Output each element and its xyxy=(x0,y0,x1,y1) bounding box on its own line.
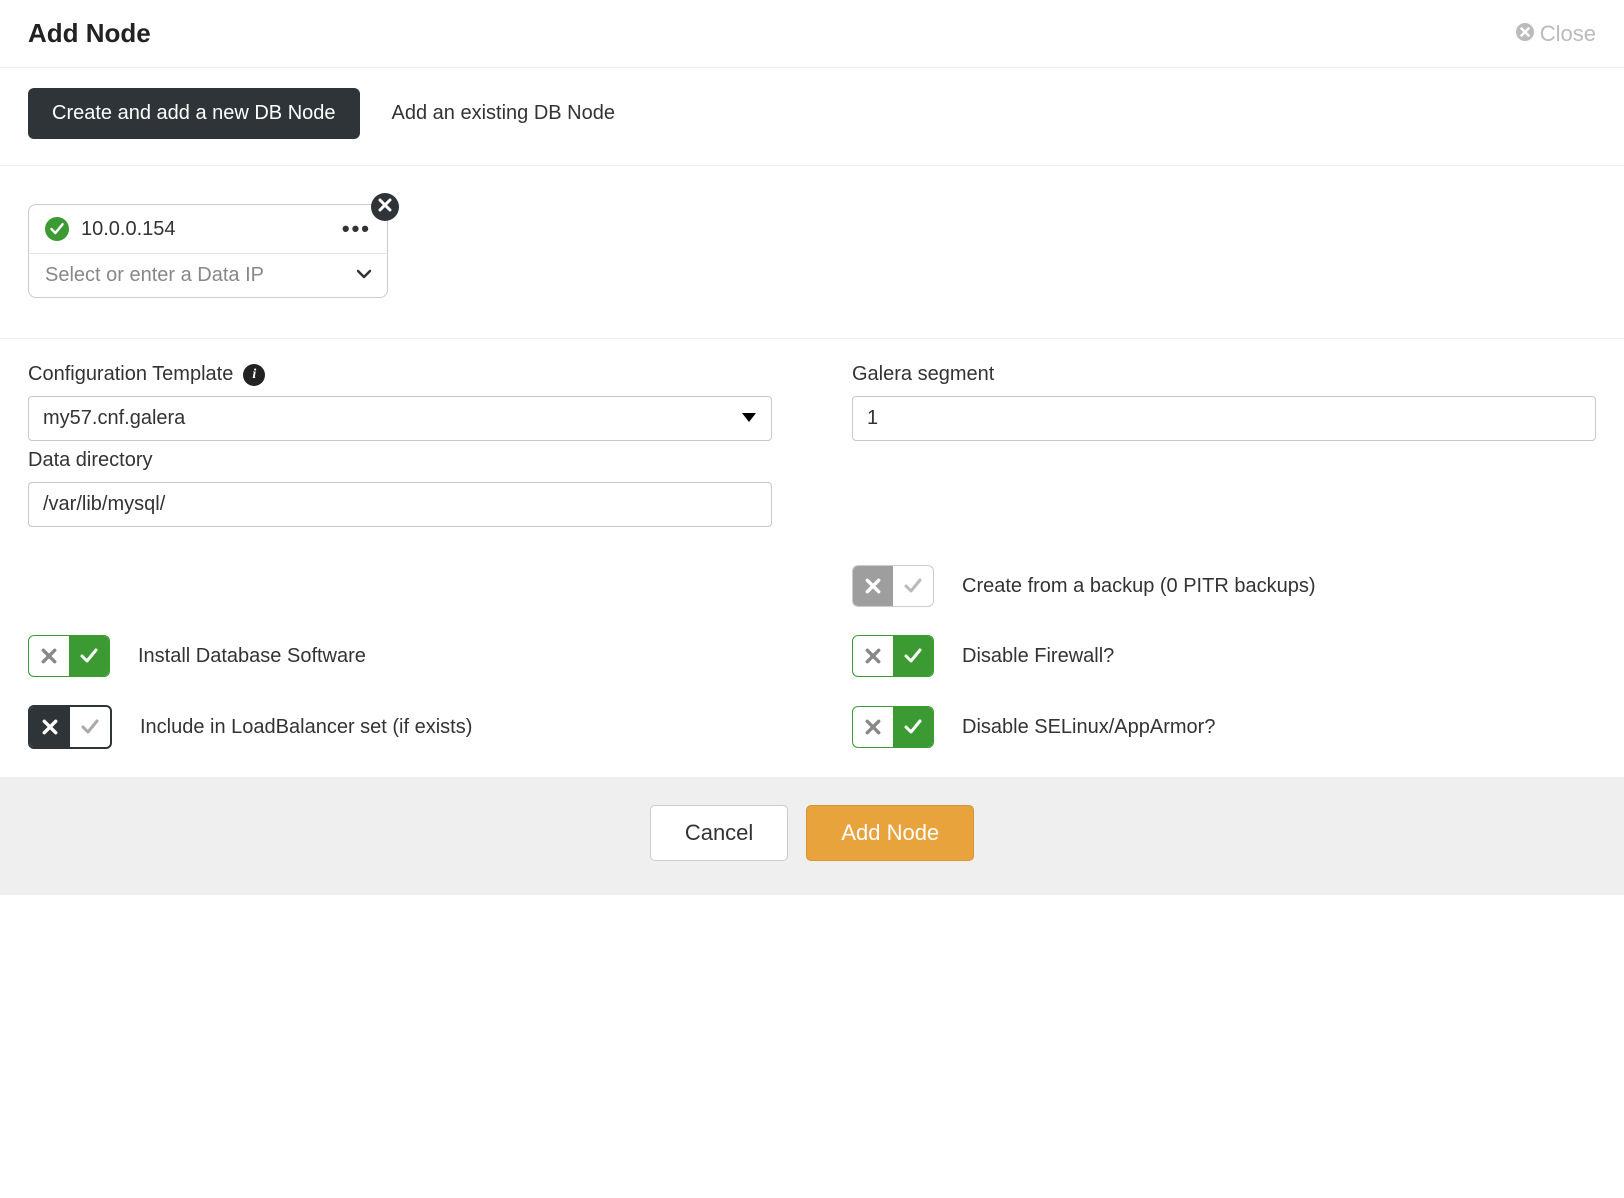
mode-tabs: Create and add a new DB Node Add an exis… xyxy=(0,68,1624,166)
toggle-create-from-backup-row: Create from a backup (0 PITR backups) xyxy=(852,565,1596,607)
host-ip: 10.0.0.154 xyxy=(81,218,330,241)
toggle-disable-selinux-row: Disable SELinux/AppArmor? xyxy=(852,705,1596,749)
check-icon xyxy=(70,707,110,747)
dialog-header: Add Node Close xyxy=(0,0,1624,68)
galera-segment-input[interactable] xyxy=(852,396,1596,441)
settings-section: Configuration Template i my57.cnf.galera… xyxy=(0,339,1624,555)
toggle-create-from-backup xyxy=(852,565,934,607)
field-galera-segment: Galera segment xyxy=(852,363,1596,441)
field-data-directory: Data directory xyxy=(28,449,772,527)
close-button[interactable]: Close xyxy=(1516,21,1596,47)
field-config-template: Configuration Template i my57.cnf.galera xyxy=(28,363,772,441)
check-circle-icon xyxy=(45,217,69,241)
info-icon[interactable]: i xyxy=(243,364,265,386)
toggle-include-in-lb-row: Include in LoadBalancer set (if exists) xyxy=(28,705,772,749)
toggle-install-db-software-row: Install Database Software xyxy=(28,635,772,677)
x-icon xyxy=(853,566,893,606)
hosts-section: 10.0.0.154 ••• Select or enter a Data IP xyxy=(0,166,1624,339)
tab-create-new[interactable]: Create and add a new DB Node xyxy=(28,88,360,139)
toggle-label: Disable SELinux/AppArmor? xyxy=(962,716,1215,739)
add-node-button[interactable]: Add Node xyxy=(806,805,974,861)
x-icon xyxy=(29,636,69,676)
toggle-label: Disable Firewall? xyxy=(962,645,1114,668)
add-node-dialog: Add Node Close Create and add a new DB N… xyxy=(0,0,1624,895)
config-template-select[interactable]: my57.cnf.galera xyxy=(28,396,772,441)
close-icon xyxy=(1516,21,1534,47)
toggle-label: Include in LoadBalancer set (if exists) xyxy=(140,716,472,739)
toggle-include-in-lb[interactable] xyxy=(28,705,112,749)
check-icon xyxy=(893,707,933,747)
data-ip-select[interactable]: Select or enter a Data IP xyxy=(29,254,387,297)
chevron-down-icon xyxy=(357,264,371,287)
toggle-disable-firewall-row: Disable Firewall? xyxy=(852,635,1596,677)
remove-host-button[interactable] xyxy=(371,193,399,221)
close-icon xyxy=(378,196,392,218)
galera-segment-label: Galera segment xyxy=(852,363,994,386)
toggles-section: Create from a backup (0 PITR backups) In… xyxy=(0,561,1624,769)
check-icon xyxy=(893,636,933,676)
cancel-button[interactable]: Cancel xyxy=(650,805,788,861)
toggle-disable-firewall[interactable] xyxy=(852,635,934,677)
dialog-footer: Cancel Add Node xyxy=(0,777,1624,895)
toggle-disable-selinux[interactable] xyxy=(852,706,934,748)
host-row: 10.0.0.154 ••• xyxy=(29,205,387,254)
toggle-install-db-software[interactable] xyxy=(28,635,110,677)
host-card: 10.0.0.154 ••• Select or enter a Data IP xyxy=(28,204,388,298)
data-directory-input[interactable] xyxy=(28,482,772,527)
close-label: Close xyxy=(1540,21,1596,47)
x-icon xyxy=(853,636,893,676)
data-directory-label: Data directory xyxy=(28,449,153,472)
toggle-label: Install Database Software xyxy=(138,645,366,668)
tab-add-existing[interactable]: Add an existing DB Node xyxy=(392,102,615,125)
x-icon xyxy=(30,707,70,747)
config-template-label: Configuration Template xyxy=(28,363,233,386)
dialog-title: Add Node xyxy=(28,18,151,49)
toggle-label: Create from a backup (0 PITR backups) xyxy=(962,575,1315,598)
check-icon xyxy=(69,636,109,676)
check-icon xyxy=(893,566,933,606)
data-ip-placeholder: Select or enter a Data IP xyxy=(45,264,264,287)
x-icon xyxy=(853,707,893,747)
